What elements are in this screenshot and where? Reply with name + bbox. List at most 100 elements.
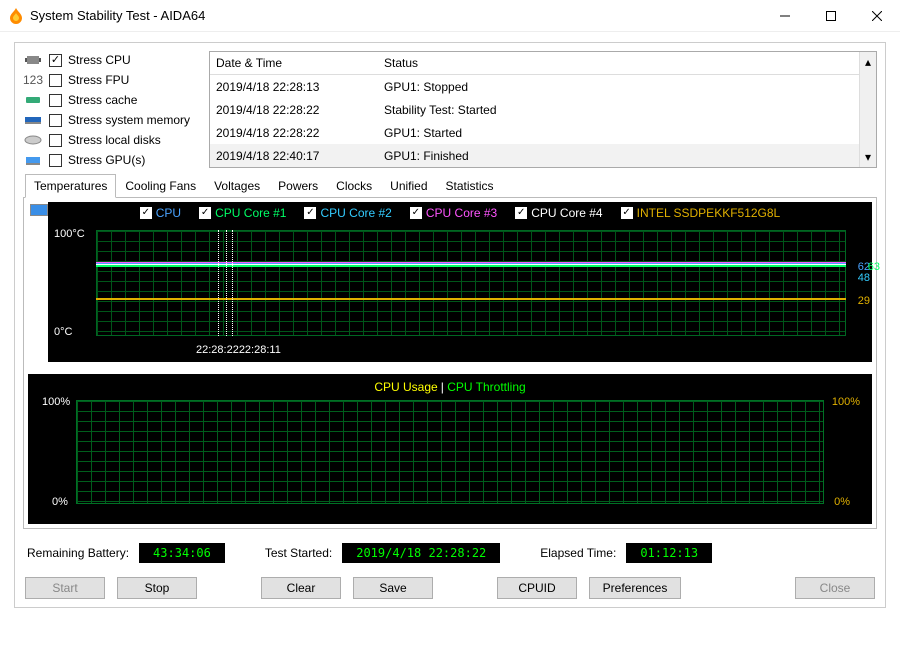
legend-checkbox[interactable] bbox=[140, 207, 152, 219]
legend-item[interactable]: CPU Core #3 bbox=[410, 206, 497, 220]
close-button[interactable] bbox=[854, 1, 900, 31]
usage-yl-bot: 0% bbox=[52, 496, 68, 508]
sensor-item[interactable] bbox=[30, 204, 48, 216]
svg-text:123: 123 bbox=[23, 74, 43, 86]
stress-label: Stress CPU bbox=[68, 53, 131, 67]
legend-checkbox[interactable] bbox=[199, 207, 211, 219]
log-header-datetime: Date & Time bbox=[216, 56, 384, 70]
legend-label: CPU bbox=[156, 206, 181, 220]
window-title: System Stability Test - AIDA64 bbox=[30, 8, 205, 23]
stress-option-cache[interactable]: Stress cache bbox=[23, 93, 203, 107]
down-arrow-icon[interactable]: ▾ bbox=[865, 150, 871, 164]
log-datetime: 2019/4/18 22:28:22 bbox=[216, 103, 384, 117]
clear-button[interactable]: Clear bbox=[261, 577, 341, 599]
log-datetime: 2019/4/18 22:40:17 bbox=[216, 149, 384, 163]
usage-yr-top: 100% bbox=[832, 396, 860, 408]
stress-option-fpu[interactable]: 123 Stress FPU bbox=[23, 73, 203, 87]
preferences-button[interactable]: Preferences bbox=[589, 577, 681, 599]
usage-legend-cpu: CPU Usage bbox=[374, 380, 437, 394]
tab-cooling-fans[interactable]: Cooling Fans bbox=[116, 174, 205, 198]
stress-label: Stress local disks bbox=[68, 133, 161, 147]
started-value: 2019/4/18 22:28:22 bbox=[342, 543, 500, 563]
fpu-icon: 123 bbox=[23, 74, 43, 86]
checkbox[interactable] bbox=[49, 74, 62, 87]
tab-strip: TemperaturesCooling FansVoltagesPowersCl… bbox=[25, 174, 877, 198]
checkbox[interactable] bbox=[49, 134, 62, 147]
stress-label: Stress GPU(s) bbox=[68, 153, 145, 167]
disk-icon bbox=[23, 134, 43, 146]
up-arrow-icon[interactable]: ▴ bbox=[865, 55, 871, 69]
started-label: Test Started: bbox=[265, 546, 332, 560]
chart-grid bbox=[96, 230, 846, 336]
log-header: Date & Time Status bbox=[210, 52, 859, 75]
stress-label: Stress FPU bbox=[68, 73, 129, 87]
status-bar: Remaining Battery: 43:34:06 Test Started… bbox=[23, 529, 877, 573]
stress-label: Stress system memory bbox=[68, 113, 190, 127]
legend-item[interactable]: CPU Core #4 bbox=[515, 206, 602, 220]
checkbox[interactable] bbox=[49, 94, 62, 107]
elapsed-label: Elapsed Time: bbox=[540, 546, 616, 560]
stress-option-cpu[interactable]: Stress CPU bbox=[23, 53, 203, 67]
start-button[interactable]: Start bbox=[25, 577, 105, 599]
x-marker-labels: 22:28:2222:28:11 bbox=[196, 344, 281, 356]
stress-option-disk[interactable]: Stress local disks bbox=[23, 133, 203, 147]
tab-clocks[interactable]: Clocks bbox=[327, 174, 381, 198]
minimize-button[interactable] bbox=[762, 1, 808, 31]
legend-item[interactable]: INTEL SSDPEKKF512G8L bbox=[621, 206, 781, 220]
legend-checkbox[interactable] bbox=[621, 207, 633, 219]
tab-page: CPU CPU Core #1 CPU Core #2 CPU Core #3 … bbox=[23, 197, 877, 529]
readout-value: 29 bbox=[858, 295, 870, 307]
log-scrollbar[interactable]: ▴ ▾ bbox=[859, 52, 876, 167]
log-row[interactable]: 2019/4/18 22:28:22 Stability Test: Start… bbox=[210, 98, 859, 121]
sensor-list[interactable] bbox=[28, 202, 48, 362]
stress-label: Stress cache bbox=[68, 93, 137, 107]
log-row[interactable]: 2019/4/18 22:28:22 GPU1: Started bbox=[210, 121, 859, 144]
stop-button[interactable]: Stop bbox=[117, 577, 197, 599]
save-button[interactable]: Save bbox=[353, 577, 433, 599]
checkbox[interactable] bbox=[49, 114, 62, 127]
log-datetime: 2019/4/18 22:28:22 bbox=[216, 126, 384, 140]
cpuid-button[interactable]: CPUID bbox=[497, 577, 577, 599]
usage-grid bbox=[76, 400, 824, 504]
log-header-status: Status bbox=[384, 56, 418, 70]
log-status: GPU1: Finished bbox=[384, 149, 469, 163]
log-status: Stability Test: Started bbox=[384, 103, 497, 117]
checkbox[interactable] bbox=[49, 154, 62, 167]
legend-label: CPU Core #1 bbox=[215, 206, 286, 220]
main-frame: Stress CPU 123 Stress FPU Stress cache St… bbox=[14, 42, 886, 608]
app-icon bbox=[8, 8, 24, 24]
stress-option-mem[interactable]: Stress system memory bbox=[23, 113, 203, 127]
cpu-icon bbox=[23, 54, 43, 66]
legend-label: INTEL SSDPEKKF512G8L bbox=[637, 206, 781, 220]
tab-temperatures[interactable]: Temperatures bbox=[25, 174, 116, 198]
legend-item[interactable]: CPU bbox=[140, 206, 181, 220]
log-row[interactable]: 2019/4/18 22:40:17 GPU1: Finished bbox=[210, 144, 859, 167]
event-log: Date & Time Status 2019/4/18 22:28:13 GP… bbox=[209, 51, 877, 168]
close-dialog-button[interactable]: Close bbox=[795, 577, 875, 599]
tab-voltages[interactable]: Voltages bbox=[205, 174, 269, 198]
mem-icon bbox=[23, 114, 43, 126]
checkbox[interactable] bbox=[49, 54, 62, 67]
legend-checkbox[interactable] bbox=[515, 207, 527, 219]
tab-unified[interactable]: Unified bbox=[381, 174, 436, 198]
legend-checkbox[interactable] bbox=[304, 207, 316, 219]
log-row[interactable]: 2019/4/18 22:28:13 GPU1: Stopped bbox=[210, 75, 859, 98]
usage-legend-throt: CPU Throttling bbox=[447, 380, 525, 394]
legend-label: CPU Core #2 bbox=[320, 206, 391, 220]
readout-value: 48 bbox=[858, 272, 870, 284]
titlebar: System Stability Test - AIDA64 bbox=[0, 0, 900, 32]
cache-icon bbox=[23, 94, 43, 106]
maximize-button[interactable] bbox=[808, 1, 854, 31]
usage-chart: CPU Usage | CPU Throttling 100% 0% 100% … bbox=[28, 374, 872, 524]
legend-item[interactable]: CPU Core #2 bbox=[304, 206, 391, 220]
battery-label: Remaining Battery: bbox=[27, 546, 129, 560]
usage-yl-top: 100% bbox=[42, 396, 70, 408]
tab-statistics[interactable]: Statistics bbox=[437, 174, 503, 198]
stress-option-gpu[interactable]: Stress GPU(s) bbox=[23, 153, 203, 167]
stress-options: Stress CPU 123 Stress FPU Stress cache St… bbox=[23, 51, 203, 168]
legend-item[interactable]: CPU Core #1 bbox=[199, 206, 286, 220]
log-datetime: 2019/4/18 22:28:13 bbox=[216, 80, 384, 94]
tab-powers[interactable]: Powers bbox=[269, 174, 327, 198]
legend-checkbox[interactable] bbox=[410, 207, 422, 219]
battery-value: 43:34:06 bbox=[139, 543, 225, 563]
